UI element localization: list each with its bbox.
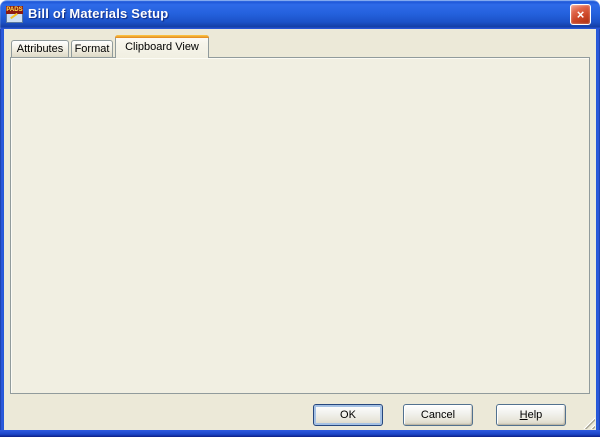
tab[interactable]: Format — [71, 40, 113, 57]
help-button[interactable]: Help — [496, 404, 566, 426]
window-frame-right — [596, 28, 600, 437]
bill-of-materials-dialog: PADS Bill of Materials Setup × Attribute… — [0, 0, 600, 437]
titlebar[interactable]: PADS Bill of Materials Setup × — [0, 0, 600, 29]
resize-grip[interactable] — [582, 416, 595, 429]
tab[interactable]: Clipboard View — [115, 35, 209, 58]
tab-label: Format — [75, 43, 110, 55]
tab-label: Attributes — [17, 43, 63, 55]
tab[interactable]: Attributes — [11, 40, 69, 57]
tab-panel-clipboard-view — [10, 57, 590, 394]
close-icon: × — [577, 7, 585, 22]
cancel-button[interactable]: Cancel — [403, 404, 473, 426]
tab-strip: Attributes Format Clipboard View — [11, 35, 209, 58]
tab-label: Clipboard View — [125, 41, 199, 53]
window-frame-left — [0, 28, 4, 437]
ok-button[interactable]: OK — [313, 404, 383, 426]
window-frame-bottom — [0, 430, 600, 437]
pads-app-icon: PADS — [6, 6, 23, 23]
close-button[interactable]: × — [570, 4, 591, 25]
window-title: Bill of Materials Setup — [28, 6, 168, 21]
